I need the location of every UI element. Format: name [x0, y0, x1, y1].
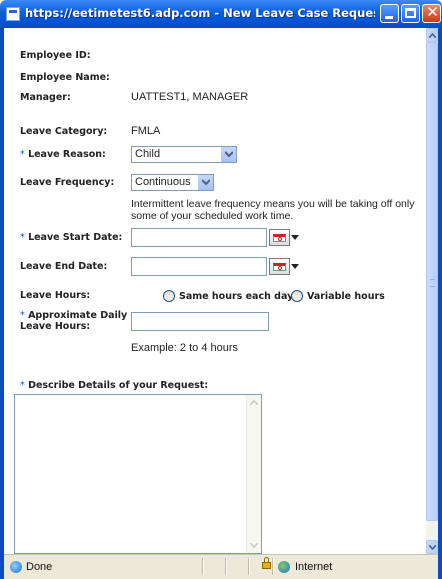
window-frame-right — [438, 28, 442, 579]
calendar-icon — [269, 229, 290, 246]
details-label: * Describe Details of your Request: — [20, 380, 209, 391]
scroll-down-icon[interactable] — [250, 543, 258, 548]
close-button[interactable]: ✕ — [422, 3, 441, 23]
scrollbar-grip — [430, 279, 435, 287]
status-bar: Done Internet — [4, 554, 438, 579]
scroll-down-button[interactable] — [426, 540, 438, 554]
status-divider — [202, 558, 204, 575]
status-divider — [225, 558, 227, 575]
leave-end-date-input[interactable] — [131, 257, 267, 276]
ie-page-icon — [6, 7, 20, 21]
chevron-down-icon[interactable] — [198, 175, 213, 190]
leave-start-date-label: * Leave Start Date: — [20, 232, 123, 243]
window-title: https://eetimetest6.adp.com - New Leave … — [25, 6, 375, 20]
frequency-note-line2: some of your scheduled work time. — [131, 210, 294, 222]
approx-hours-label: * Approximate Daily Leave Hours: — [20, 310, 128, 332]
chevron-down-icon[interactable] — [221, 147, 236, 162]
leave-hours-label: Leave Hours: — [20, 290, 91, 301]
status-divider — [248, 558, 250, 575]
ie-page-icon — [10, 561, 22, 573]
required-marker: * — [20, 149, 25, 160]
start-date-calendar-button[interactable] — [269, 229, 299, 246]
variable-hours-radio[interactable] — [291, 290, 303, 302]
maximize-icon — [405, 8, 416, 18]
minimize-icon — [385, 16, 393, 19]
scrollbar-thumb[interactable] — [426, 42, 438, 521]
scroll-down-icon — [429, 545, 436, 550]
leave-reason-select[interactable]: Child — [131, 146, 237, 163]
leave-frequency-selected: Continuous — [135, 176, 191, 188]
status-divider — [272, 558, 274, 575]
manager-label: Manager: — [20, 92, 71, 103]
approx-hours-input[interactable] — [131, 312, 269, 331]
page-scrollbar[interactable] — [426, 28, 438, 554]
title-bar[interactable]: https://eetimetest6.adp.com - New Leave … — [0, 0, 442, 28]
close-icon: ✕ — [426, 3, 439, 21]
details-textarea[interactable] — [14, 394, 262, 554]
leave-category-label: Leave Category: — [20, 126, 108, 137]
leave-reason-label: * Leave Reason: — [20, 149, 106, 160]
textarea-scrollbar[interactable] — [246, 395, 261, 553]
variable-hours-label[interactable]: Variable hours — [307, 291, 385, 302]
employee-id-label: Employee ID: — [20, 50, 91, 61]
leave-start-date-input[interactable] — [131, 228, 267, 247]
minimize-button[interactable] — [380, 4, 399, 23]
leave-category-value: FMLA — [131, 125, 161, 137]
globe-icon — [278, 561, 290, 573]
scroll-up-icon[interactable] — [250, 400, 258, 405]
form-content: Employee ID: Employee Name: Manager: UAT… — [4, 28, 426, 554]
same-hours-radio[interactable] — [163, 290, 175, 302]
manager-value: UATTEST1, MANAGER — [131, 91, 249, 103]
dropdown-arrow-icon — [291, 235, 299, 240]
end-date-calendar-button[interactable] — [269, 258, 299, 275]
lock-icon — [262, 557, 271, 569]
leave-frequency-select[interactable]: Continuous — [131, 174, 214, 191]
zone-text: Internet — [295, 561, 333, 573]
maximize-button[interactable] — [401, 4, 420, 23]
leave-reason-selected: Child — [135, 148, 161, 160]
frequency-note-line1: Intermittent leave frequency means you w… — [131, 198, 415, 210]
dropdown-arrow-icon — [291, 264, 299, 269]
calendar-icon — [269, 258, 290, 275]
status-text: Done — [26, 561, 53, 573]
scroll-up-icon — [429, 33, 436, 38]
same-hours-label[interactable]: Same hours each day — [179, 291, 293, 302]
approx-hours-example: Example: 2 to 4 hours — [131, 342, 239, 354]
leave-frequency-label: Leave Frequency: — [20, 177, 115, 188]
leave-end-date-label: Leave End Date: — [20, 261, 108, 272]
scroll-up-button[interactable] — [426, 28, 438, 42]
employee-name-label: Employee Name: — [20, 72, 110, 83]
